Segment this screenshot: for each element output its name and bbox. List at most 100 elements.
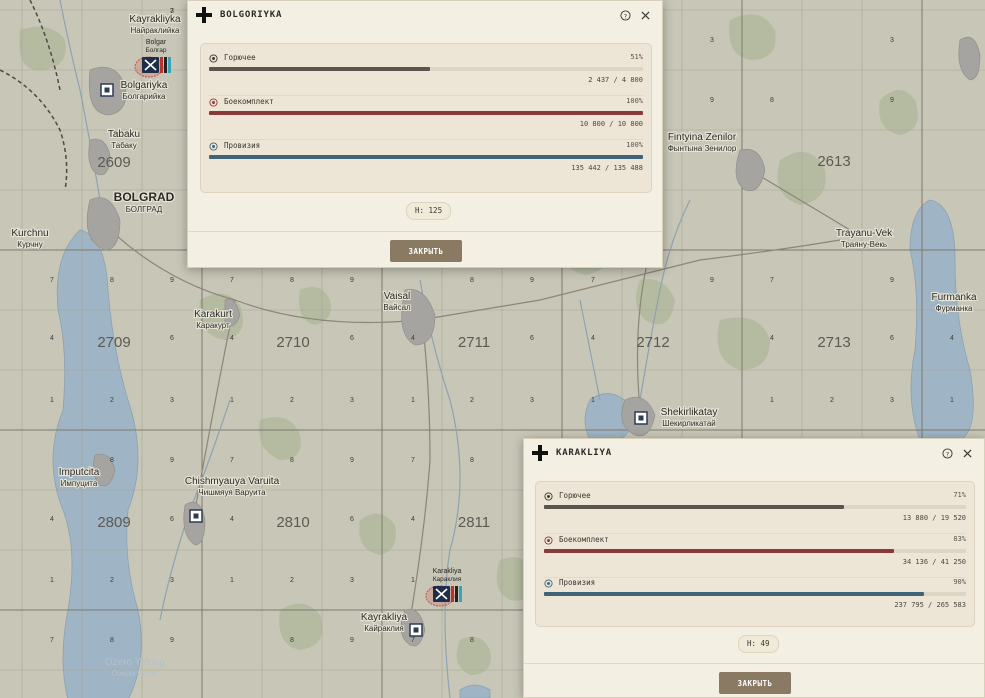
resource-percent: 51% <box>630 53 643 61</box>
sub-grid-number: 9 <box>350 457 354 464</box>
sub-grid-number: 8 <box>470 457 474 464</box>
progress-bar <box>544 592 966 596</box>
unit-label-ru: Караклия <box>433 576 462 583</box>
resource-amount: 2 437 / 4 800 <box>588 76 643 84</box>
sub-grid-number: 7 <box>50 277 54 284</box>
close-button[interactable]: ЗАКРЫТЬ <box>719 672 791 694</box>
grid-label: 2713 <box>817 334 850 351</box>
town-name: Vaisal <box>384 291 411 302</box>
sub-grid-number: 2 <box>290 397 294 404</box>
close-icon[interactable] <box>638 8 652 22</box>
sub-grid-number: 2 <box>110 577 114 584</box>
sub-grid-number: 4 <box>50 335 54 342</box>
grid-label: 2709 <box>97 334 130 351</box>
town-name-ru: БОЛГРАД <box>126 205 163 214</box>
ammo-icon <box>209 98 218 107</box>
close-button[interactable]: ЗАКРЫТЬ <box>390 240 462 262</box>
town-label: KayrakliykaНайраклийка <box>128 13 182 36</box>
town-name: Imputcita <box>59 467 100 478</box>
progress-bar <box>209 111 643 115</box>
town-name: Furmanka <box>931 292 976 303</box>
sub-grid-number: 1 <box>770 397 774 404</box>
town-name-ru: Озеро Ялпуг <box>111 669 158 678</box>
h-value-badge: Н: 125 <box>406 202 452 220</box>
town-name-ru: Фурманка <box>936 304 973 313</box>
iron-cross-icon <box>196 7 212 23</box>
sub-grid-number: 3 <box>170 397 174 404</box>
sub-grid-number: 3 <box>530 397 534 404</box>
grid-label: 2613 <box>817 153 850 170</box>
town-name-ru: Табаку <box>111 141 136 150</box>
sub-grid-number: 9 <box>170 637 174 644</box>
grid-label: 2710 <box>276 334 309 351</box>
progress-fill <box>544 505 844 509</box>
resource-label: Боекомплект <box>224 97 274 106</box>
town-name: Bolgariyka <box>121 80 168 91</box>
supply-panel-karakliya: KARAKLIYA ? Горючее 71% 13 880 / 19 520 … <box>523 438 985 698</box>
town-label: Trayanu-VekТраяну-Векь <box>835 227 895 250</box>
sub-grid-number: 6 <box>170 516 174 523</box>
sub-grid-number: 3 <box>890 37 894 44</box>
town-name: BOLGRAD <box>114 190 175 204</box>
town-name: Ozero Yalpug <box>105 657 165 668</box>
town-label: TabakuТабаку <box>107 128 141 151</box>
sub-grid-number: 6 <box>890 335 894 342</box>
provisions-icon <box>209 142 218 151</box>
progress-bar <box>209 67 643 71</box>
progress-fill <box>209 155 643 159</box>
resource-list: Горючее 51% 2 437 / 4 800 Боекомплект 10… <box>200 43 652 193</box>
town-name: Kayrakliyka <box>129 14 181 25</box>
sub-grid-number: 1 <box>411 577 415 584</box>
grid-label: 2711 <box>458 334 490 351</box>
close-icon[interactable] <box>960 446 974 460</box>
resource-row-provisions: Провизия 100% 135 442 / 135 488 <box>209 140 643 184</box>
resource-label: Горючее <box>559 491 591 500</box>
town-name: Kurchnu <box>11 228 48 239</box>
sub-grid-number: 8 <box>470 637 474 644</box>
town-name-ru: Найраклийка <box>131 26 180 35</box>
sub-grid-number: 1 <box>950 397 954 404</box>
sub-grid-number: 9 <box>890 277 894 284</box>
town-label: ImputcitaИмпуцита <box>58 466 101 489</box>
h-value-badge: Н: 49 <box>738 635 779 653</box>
sub-grid-number: 4 <box>230 335 234 342</box>
panel-title: KARAKLIYA <box>556 448 612 458</box>
sub-grid-number: 8 <box>110 457 114 464</box>
sub-grid-number: 6 <box>350 516 354 523</box>
town-name: Trayanu-Vek <box>836 228 893 239</box>
help-icon[interactable]: ? <box>940 446 954 460</box>
resource-percent: 100% <box>626 141 643 149</box>
town-name: Shekirlikatay <box>661 407 718 418</box>
resource-percent: 71% <box>953 491 966 499</box>
resource-percent: 90% <box>953 578 966 586</box>
sub-grid-number: 8 <box>290 637 294 644</box>
progress-fill <box>544 549 895 553</box>
resource-label: Горючее <box>224 53 256 62</box>
sub-grid-number: 4 <box>950 335 954 342</box>
sub-grid-number: 7 <box>50 637 54 644</box>
grid-label: 2811 <box>458 514 490 531</box>
sub-grid-number: 1 <box>591 397 595 404</box>
resource-label: Боекомплект <box>559 535 609 544</box>
ammo-icon <box>544 536 553 545</box>
svg-text:?: ? <box>945 450 948 458</box>
panel-title: BOLGORIYKA <box>220 10 283 20</box>
resource-amount: 10 800 / 10 800 <box>579 120 643 128</box>
sub-grid-number: 2 <box>470 397 474 404</box>
resource-row-ammo: Боекомплект 83% 34 136 / 41 250 <box>544 534 966 578</box>
resource-amount: 34 136 / 41 250 <box>902 558 966 566</box>
resource-label: Провизия <box>224 141 261 150</box>
sub-grid-number: 2 <box>830 397 834 404</box>
sub-grid-number: 8 <box>110 277 114 284</box>
fuel-icon <box>209 54 218 63</box>
town-name: Chishmyauya Varuita <box>185 476 280 487</box>
town-label: KarakurtКаракурт <box>193 308 233 331</box>
resource-list: Горючее 71% 13 880 / 19 520 Боекомплект … <box>535 481 975 627</box>
sub-grid-number: 7 <box>230 457 234 464</box>
town-name-ru: Болгарийка <box>123 92 166 101</box>
grid-label: 2609 <box>97 154 130 171</box>
progress-bar <box>209 155 643 159</box>
sub-grid-number: 9 <box>890 97 894 104</box>
iron-cross-icon <box>532 445 548 461</box>
help-icon[interactable]: ? <box>618 8 632 22</box>
